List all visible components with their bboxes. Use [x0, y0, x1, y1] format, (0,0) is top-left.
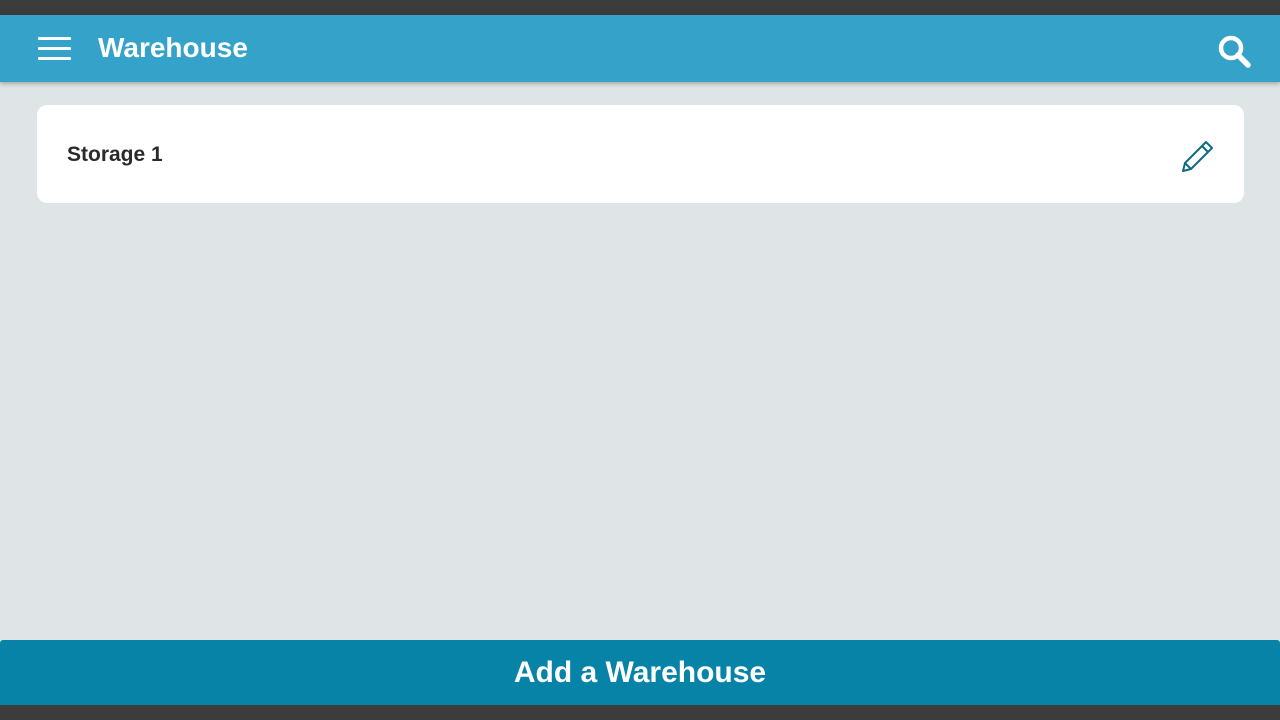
edit-button[interactable] [1179, 137, 1215, 173]
add-warehouse-button[interactable]: Add a Warehouse [0, 640, 1280, 705]
hamburger-line [38, 57, 71, 60]
page-title: Warehouse [98, 32, 248, 63]
app-bar: Warehouse [0, 15, 1280, 82]
search-button[interactable] [1216, 33, 1252, 69]
warehouse-name: Storage 1 [67, 143, 163, 166]
menu-button[interactable] [38, 37, 71, 61]
hamburger-menu-icon [38, 37, 71, 40]
pencil-edit-icon [1182, 141, 1213, 172]
warehouse-list-item[interactable]: Storage 1 [37, 105, 1244, 203]
hamburger-line [38, 47, 71, 50]
screen: Warehouse Storage 1 Add a Warehouse [0, 15, 1280, 705]
search-icon [1218, 35, 1251, 68]
